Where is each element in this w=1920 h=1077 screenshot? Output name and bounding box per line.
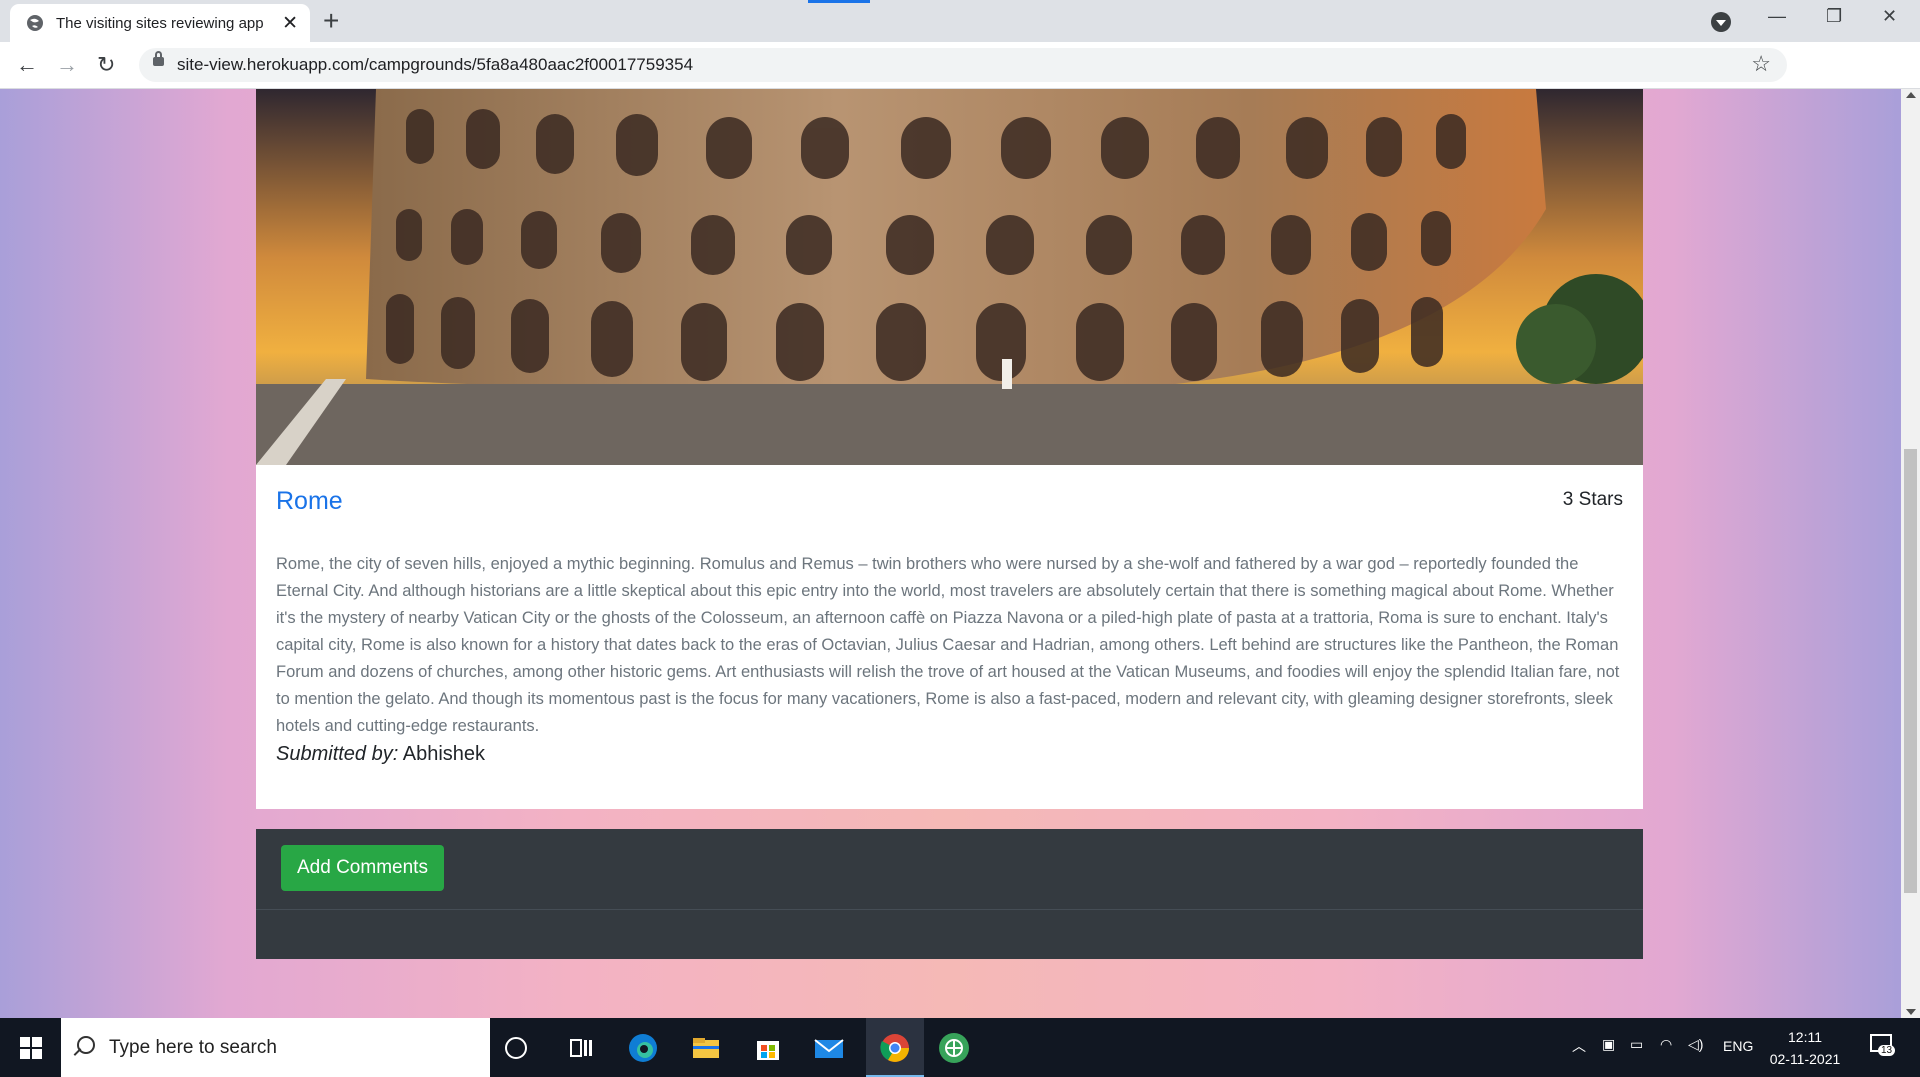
submitted-label: Submitted by: — [276, 743, 399, 765]
reload-icon[interactable]: ↻ — [97, 52, 115, 78]
campground-name[interactable]: Rome — [276, 487, 343, 516]
submitted-by: Submitted by: Abhishek — [276, 743, 485, 766]
comments-divider — [256, 909, 1643, 910]
search-icon — [77, 1036, 95, 1054]
campground-rating: 3 Stars — [1562, 489, 1623, 510]
back-icon[interactable]: ← — [16, 52, 38, 78]
url-text[interactable]: site-view.herokuapp.com/campgrounds/5fa8… — [177, 55, 693, 75]
address-bar[interactable]: site-view.herokuapp.com/campgrounds/5fa8… — [139, 48, 1787, 82]
chrome-icon — [880, 1034, 909, 1062]
notifications-icon[interactable]: 13 — [1870, 1034, 1896, 1056]
campground-description: Rome, the city of seven hills, enjoyed a… — [276, 555, 1620, 735]
forward-icon[interactable]: → — [56, 52, 78, 78]
windows-taskbar: Type here to search ︿ ▣ ▭ ◠ ◁) ENG 12:11… — [0, 1018, 1920, 1077]
new-tab-button[interactable]: + — [323, 4, 339, 38]
globe-icon — [27, 15, 43, 31]
scroll-up-icon[interactable] — [1906, 92, 1916, 98]
page-viewport: Rome 3 Stars Rome, the city of seven hil… — [0, 89, 1901, 1018]
scrollbar-thumb[interactable] — [1904, 449, 1917, 893]
volume-icon[interactable]: ◁) — [1688, 1036, 1703, 1053]
show-hidden-icons[interactable]: ︿ — [1572, 1036, 1586, 1056]
search-placeholder[interactable]: Type here to search — [109, 1037, 277, 1059]
restore-icon[interactable]: ❐ — [1826, 6, 1842, 27]
security-icon[interactable]: ▣ — [1602, 1036, 1615, 1053]
task-view-icon[interactable] — [566, 1032, 598, 1064]
browser-tab[interactable]: The visiting sites reviewing app ✕ — [10, 4, 310, 42]
network-icon[interactable]: ◠ — [1660, 1036, 1672, 1053]
close-tab-icon[interactable]: ✕ — [282, 12, 298, 35]
tab-title: The visiting sites reviewing app — [56, 14, 264, 32]
cortana-icon[interactable] — [505, 1037, 527, 1059]
bookmark-star-icon[interactable]: ☆ — [1751, 51, 1771, 77]
battery-icon[interactable]: ▭ — [1630, 1036, 1643, 1053]
colosseum-image — [256, 89, 1643, 465]
mail-icon[interactable] — [813, 1032, 845, 1064]
store-icon[interactable] — [752, 1032, 784, 1064]
edge-icon[interactable] — [627, 1032, 659, 1064]
windows-start-icon[interactable] — [20, 1037, 42, 1059]
loading-indicator — [808, 0, 870, 3]
page-scrollbar[interactable] — [1901, 89, 1920, 1018]
tab-search-icon[interactable] — [1711, 12, 1731, 32]
minimize-icon[interactable]: — — [1768, 6, 1786, 27]
lock-icon — [153, 51, 164, 66]
colosseum-illustration — [256, 89, 1643, 465]
clock-date: 02-11-2021 — [1769, 1051, 1841, 1067]
scroll-down-icon[interactable] — [1906, 1009, 1916, 1015]
taskbar-clock[interactable]: 12:11 02-11-2021 — [1760, 1026, 1850, 1070]
clock-time: 12:11 — [1788, 1029, 1822, 1045]
comments-panel: Add Comments — [256, 829, 1643, 959]
chrome-taskbar-button[interactable] — [866, 1018, 924, 1077]
submitted-author: Abhishek — [402, 743, 486, 765]
language-indicator[interactable]: ENG — [1723, 1038, 1753, 1054]
taskbar-search[interactable]: Type here to search — [61, 1018, 490, 1077]
browser-toolbar: ← → ↻ site-view.herokuapp.com/campground… — [0, 42, 1920, 121]
campground-card: Rome 3 Stars Rome, the city of seven hil… — [256, 89, 1643, 809]
notification-count: 13 — [1878, 1045, 1896, 1056]
close-window-icon[interactable]: ✕ — [1882, 6, 1897, 27]
app-icon[interactable] — [938, 1032, 970, 1064]
tab-bar: The visiting sites reviewing app ✕ + — ❐… — [0, 0, 1920, 42]
add-comments-button[interactable]: Add Comments — [281, 845, 444, 891]
file-explorer-icon[interactable] — [690, 1032, 722, 1064]
